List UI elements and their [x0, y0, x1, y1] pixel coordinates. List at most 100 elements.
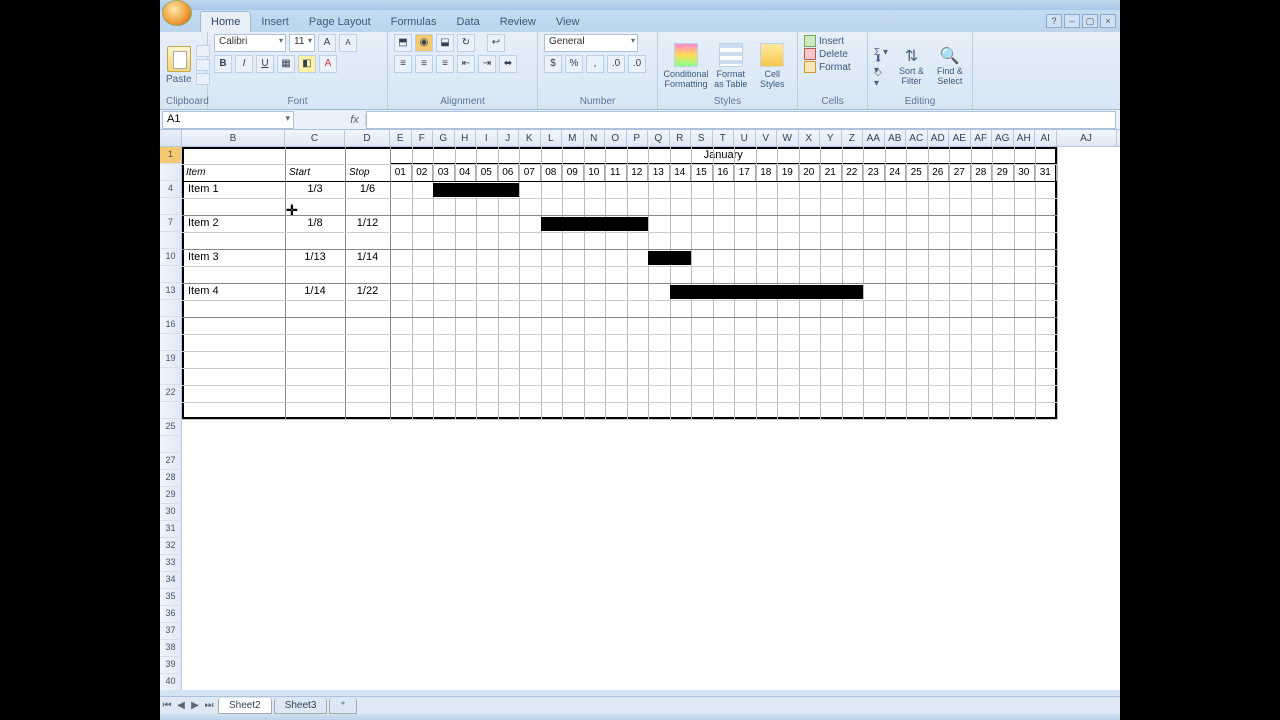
gantt-stop-cell[interactable]: 1/6: [345, 181, 390, 198]
conditional-formatting-button[interactable]: Conditional Formatting: [664, 41, 708, 89]
gantt-start-cell[interactable]: 1/14: [285, 283, 345, 300]
row-header[interactable]: 28: [160, 470, 182, 487]
row-header[interactable]: 13: [160, 283, 182, 300]
font-name-combo[interactable]: Calibri: [214, 34, 286, 52]
row-header[interactable]: [160, 164, 182, 181]
prev-sheet-button[interactable]: ◀: [174, 700, 188, 711]
align-left-button[interactable]: ≡: [394, 55, 412, 73]
col-header-AG[interactable]: AG: [992, 130, 1014, 146]
row-header[interactable]: 35: [160, 589, 182, 606]
last-sheet-button[interactable]: ⏭: [202, 700, 216, 711]
col-header-H[interactable]: H: [455, 130, 477, 146]
col-header-AB[interactable]: AB: [885, 130, 907, 146]
office-button[interactable]: [162, 0, 192, 26]
underline-button[interactable]: U: [256, 55, 274, 73]
col-header-Q[interactable]: Q: [648, 130, 670, 146]
col-header-U[interactable]: U: [734, 130, 756, 146]
row-header[interactable]: [160, 368, 182, 385]
clear-button[interactable]: ◇ ▾: [874, 72, 889, 84]
row-header[interactable]: 30: [160, 504, 182, 521]
row-header[interactable]: [160, 436, 182, 453]
col-header-O[interactable]: O: [605, 130, 627, 146]
format-as-table-button[interactable]: Format as Table: [712, 41, 750, 89]
row-header[interactable]: [160, 300, 182, 317]
worksheet[interactable]: BCDEFGHIJKLMNOPQRSTUVWXYZAAABACADAEAFAGA…: [160, 130, 1120, 690]
wrap-text-button[interactable]: ↩: [487, 34, 505, 52]
cell-styles-button[interactable]: Cell Styles: [754, 41, 792, 89]
tab-page-layout[interactable]: Page Layout: [299, 12, 381, 32]
col-header-R[interactable]: R: [670, 130, 692, 146]
row-header[interactable]: 7: [160, 215, 182, 232]
col-header-X[interactable]: X: [799, 130, 821, 146]
col-header-AJ[interactable]: AJ: [1057, 130, 1117, 146]
row-header[interactable]: 40: [160, 674, 182, 690]
comma-button[interactable]: ,: [586, 55, 604, 73]
tab-formulas[interactable]: Formulas: [381, 12, 447, 32]
row-header[interactable]: 27: [160, 453, 182, 470]
col-header-S[interactable]: S: [691, 130, 713, 146]
col-header-AE[interactable]: AE: [949, 130, 971, 146]
maximize-button[interactable]: ▢: [1082, 14, 1098, 28]
row-header[interactable]: 1: [160, 147, 182, 164]
row-header[interactable]: [160, 232, 182, 249]
row-header[interactable]: [160, 402, 182, 419]
decrease-indent-button[interactable]: ⇤: [457, 55, 475, 73]
formula-input[interactable]: [366, 111, 1116, 129]
col-header-M[interactable]: M: [562, 130, 584, 146]
col-header-T[interactable]: T: [713, 130, 735, 146]
gantt-stop-cell[interactable]: 1/14: [345, 249, 390, 266]
row-header[interactable]: 16: [160, 317, 182, 334]
find-select-button[interactable]: 🔍 Find & Select: [934, 44, 966, 86]
align-center-button[interactable]: ≡: [415, 55, 433, 73]
increase-indent-button[interactable]: ⇥: [478, 55, 496, 73]
close-button[interactable]: ×: [1100, 14, 1116, 28]
fx-icon[interactable]: fx: [344, 114, 366, 126]
col-header-K[interactable]: K: [519, 130, 541, 146]
gantt-start-cell[interactable]: 1/3: [285, 181, 345, 198]
name-box[interactable]: A1: [162, 111, 294, 129]
shrink-font-button[interactable]: A: [339, 34, 357, 52]
orientation-button[interactable]: ↻: [457, 34, 475, 52]
col-header-AH[interactable]: AH: [1014, 130, 1036, 146]
merge-button[interactable]: ⬌: [499, 55, 517, 73]
col-header-AI[interactable]: AI: [1035, 130, 1057, 146]
row-header[interactable]: 34: [160, 572, 182, 589]
col-header-Z[interactable]: Z: [842, 130, 864, 146]
align-top-button[interactable]: ⬒: [394, 34, 412, 52]
col-header-V[interactable]: V: [756, 130, 778, 146]
italic-button[interactable]: I: [235, 55, 253, 73]
col-header-AD[interactable]: AD: [928, 130, 950, 146]
row-header[interactable]: [160, 198, 182, 215]
tab-data[interactable]: Data: [446, 12, 489, 32]
tab-review[interactable]: Review: [490, 12, 546, 32]
col-header-AF[interactable]: AF: [971, 130, 993, 146]
first-sheet-button[interactable]: ⏮: [160, 700, 174, 711]
delete-cells-button[interactable]: Delete: [804, 48, 861, 60]
row-header[interactable]: 29: [160, 487, 182, 504]
align-bottom-button[interactable]: ⬓: [436, 34, 454, 52]
col-header-Y[interactable]: Y: [820, 130, 842, 146]
col-header-E[interactable]: E: [390, 130, 412, 146]
col-header-F[interactable]: F: [412, 130, 434, 146]
grow-font-button[interactable]: A: [318, 34, 336, 52]
row-header[interactable]: 19: [160, 351, 182, 368]
col-header-G[interactable]: G: [433, 130, 455, 146]
gantt-start-cell[interactable]: 1/13: [285, 249, 345, 266]
col-header-W[interactable]: W: [777, 130, 799, 146]
col-header-I[interactable]: I: [476, 130, 498, 146]
increase-decimal-button[interactable]: .0: [607, 55, 625, 73]
row-header[interactable]: 31: [160, 521, 182, 538]
bold-button[interactable]: B: [214, 55, 232, 73]
border-button[interactable]: ▦: [277, 55, 295, 73]
row-header[interactable]: [160, 334, 182, 351]
next-sheet-button[interactable]: ▶: [188, 700, 202, 711]
row-header[interactable]: 39: [160, 657, 182, 674]
row-header[interactable]: 22: [160, 385, 182, 402]
gantt-start-cell[interactable]: 1/8: [285, 215, 345, 232]
fill-color-button[interactable]: ◧: [298, 55, 316, 73]
tab-insert[interactable]: Insert: [251, 12, 299, 32]
tab-home[interactable]: Home: [200, 11, 251, 32]
sheet-tab-sheet2[interactable]: Sheet2: [218, 698, 272, 714]
row-header[interactable]: 37: [160, 623, 182, 640]
help-icon[interactable]: ?: [1046, 14, 1062, 28]
